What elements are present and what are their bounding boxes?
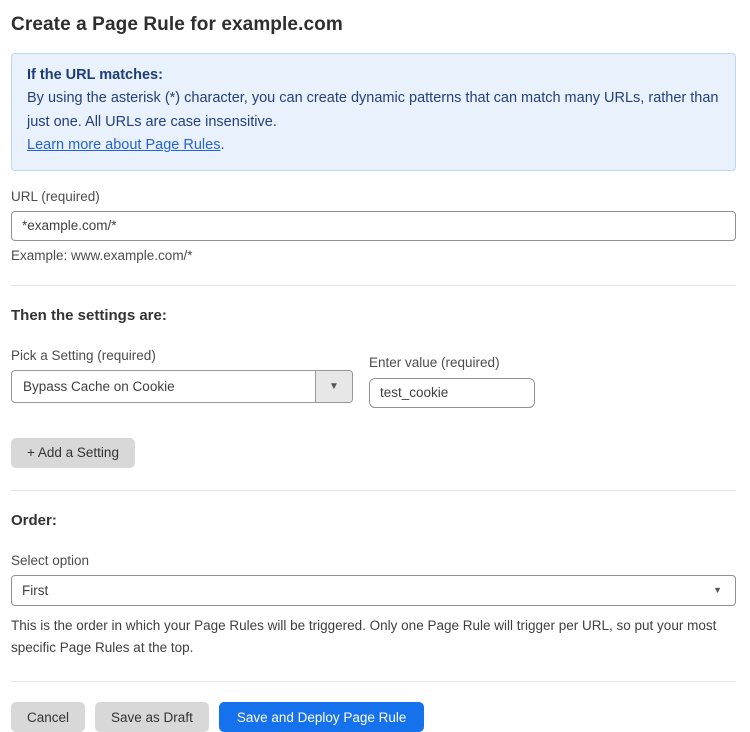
url-example-text: Example: www.example.com/*	[11, 248, 736, 263]
info-box-heading: If the URL matches:	[27, 64, 720, 87]
save-as-draft-button[interactable]: Save as Draft	[95, 702, 209, 732]
cancel-button[interactable]: Cancel	[11, 702, 85, 732]
pick-setting-label: Pick a Setting (required)	[11, 348, 353, 363]
url-field-label: URL (required)	[11, 189, 736, 204]
order-select-label: Select option	[11, 553, 736, 568]
footer-button-row: Cancel Save as Draft Save and Deploy Pag…	[11, 702, 736, 732]
create-page-rule-form: Create a Page Rule for example.com If th…	[0, 0, 750, 732]
order-selected-value: First	[22, 583, 48, 598]
pick-setting-select[interactable]: Bypass Cache on Cookie ▼	[11, 370, 353, 403]
divider-before-footer	[11, 681, 736, 682]
enter-value-column: Enter value (required)	[369, 348, 535, 408]
url-matches-info-box: If the URL matches: By using the asteris…	[11, 53, 736, 171]
learn-more-link[interactable]: Learn more about Page Rules	[27, 137, 220, 153]
divider-after-url	[11, 285, 736, 286]
pick-setting-dropdown-button[interactable]: ▼	[315, 371, 352, 402]
page-title: Create a Page Rule for example.com	[11, 14, 736, 36]
pick-setting-selected-value: Bypass Cache on Cookie	[12, 371, 315, 402]
enter-value-label: Enter value (required)	[369, 355, 535, 370]
add-setting-button[interactable]: + Add a Setting	[11, 438, 135, 468]
order-help-text: This is the order in which your Page Rul…	[11, 615, 735, 660]
info-box-body: By using the asterisk (*) character, you…	[27, 87, 720, 134]
order-section-heading: Order:	[11, 512, 736, 529]
settings-section-heading: Then the settings are:	[11, 307, 736, 324]
settings-row: Pick a Setting (required) Bypass Cache o…	[11, 348, 736, 408]
divider-after-settings	[11, 490, 736, 491]
pick-setting-column: Pick a Setting (required) Bypass Cache o…	[11, 348, 353, 403]
link-period: .	[220, 137, 224, 153]
save-and-deploy-button[interactable]: Save and Deploy Page Rule	[219, 702, 425, 732]
chevron-down-icon: ▼	[713, 585, 722, 595]
order-select[interactable]: First ▼	[11, 575, 736, 606]
chevron-down-icon: ▼	[329, 381, 339, 392]
url-input[interactable]	[11, 211, 736, 241]
setting-value-input[interactable]	[369, 378, 535, 408]
